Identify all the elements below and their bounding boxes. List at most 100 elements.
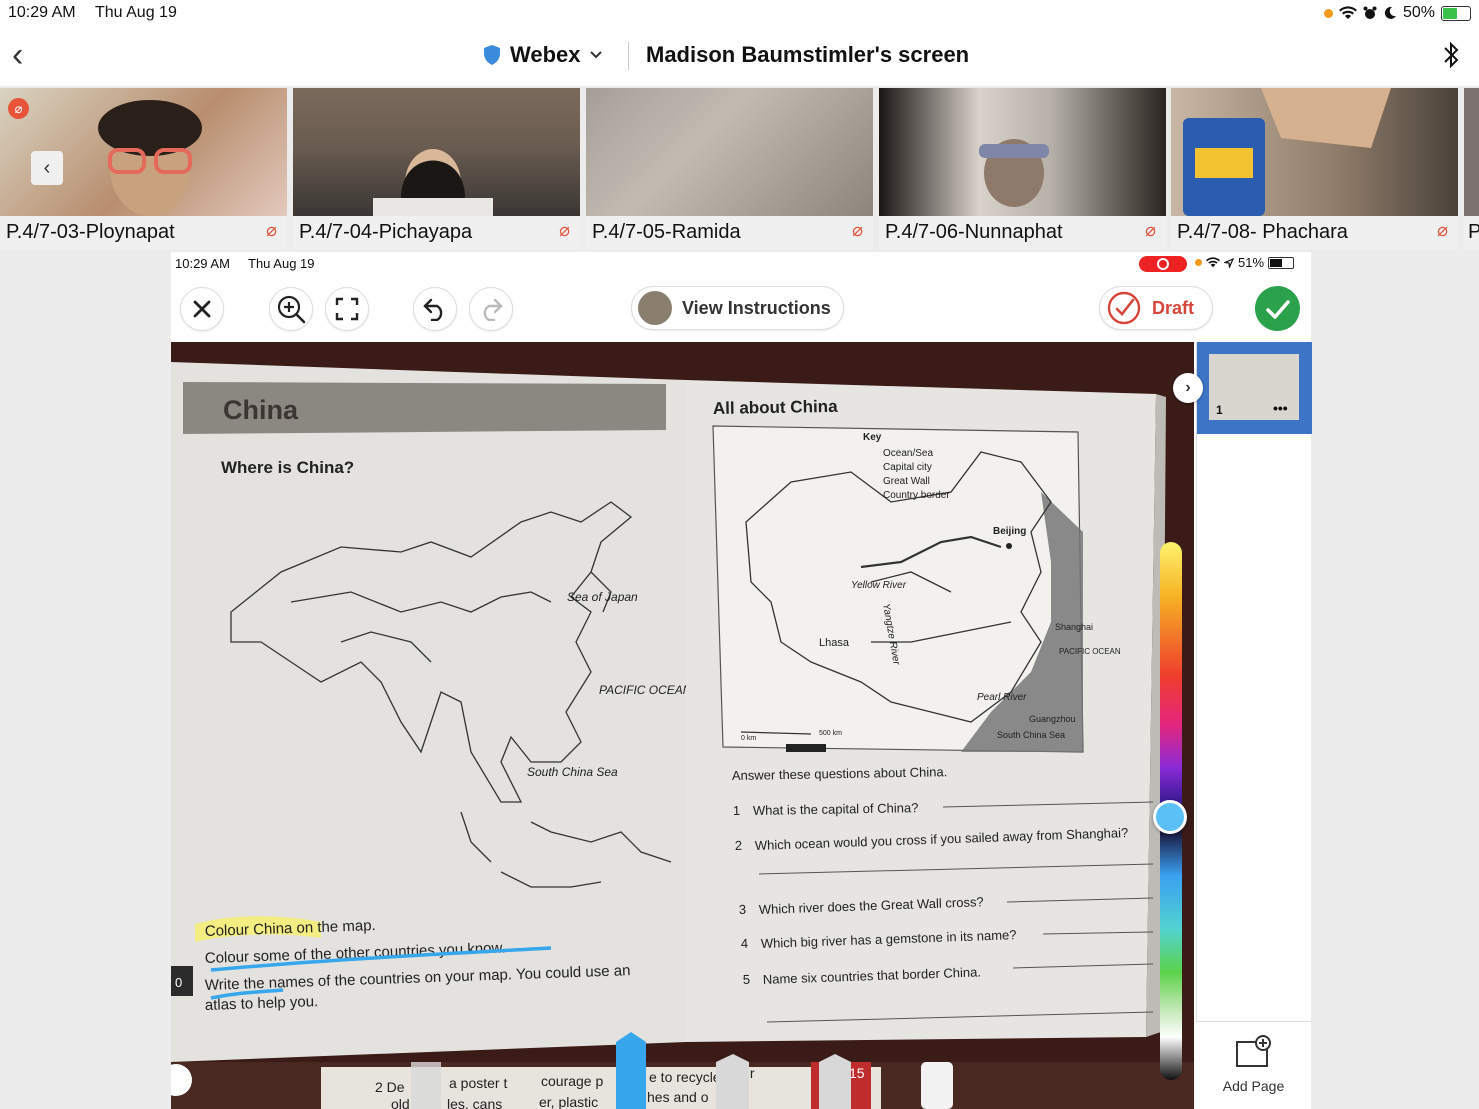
- participant-tile[interactable]: P.4/7-08- Phachara ⌀: [1171, 88, 1458, 249]
- previous-chevron-icon[interactable]: ‹: [31, 151, 63, 185]
- redo-button[interactable]: [469, 287, 513, 331]
- expand-icon: [335, 297, 359, 321]
- right-map-label: Lhasa: [819, 637, 850, 649]
- battery-icon: [1268, 256, 1295, 269]
- map-key-item: Ocean/Sea: [883, 448, 933, 459]
- color-slider-knob[interactable]: [1153, 800, 1187, 834]
- status-time: 10:29 AM: [8, 4, 76, 21]
- page-more-icon[interactable]: •••: [1273, 400, 1288, 416]
- close-button[interactable]: [180, 287, 224, 331]
- webex-header: ‹ Webex Madison Baumstimler's screen: [0, 28, 1479, 86]
- shared-battery-percent: 51%: [1238, 255, 1265, 270]
- participant-tile[interactable]: P: [1464, 88, 1479, 249]
- participant-strip: ⌀ ‹ P.4/7-03-Ploynapat ⌀ P.4/7-04-Pichay…: [0, 88, 1479, 249]
- undo-icon: [423, 298, 443, 321]
- question-number: 4: [741, 936, 749, 951]
- undo-button[interactable]: [413, 287, 457, 331]
- question-number: 3: [739, 902, 747, 917]
- bottom-text: a poster t: [449, 1075, 507, 1091]
- participant-name: P.4/7-04-Pichayapa: [293, 216, 580, 249]
- pen-tool-selected: [616, 1032, 646, 1109]
- right-map-label: Pearl River: [977, 692, 1027, 703]
- mic-in-use-dot: [1195, 259, 1202, 266]
- participant-tile[interactable]: P.4/7-05-Ramida ⌀: [586, 88, 873, 249]
- ios-status-bar: 10:29 AM Thu Aug 19 50%: [0, 0, 1479, 28]
- right-map-label: 500 km: [819, 730, 842, 737]
- right-map-label: PACIFIC OCEAN: [1059, 647, 1121, 656]
- left-title: China: [223, 395, 299, 425]
- participant-name: P: [1464, 216, 1479, 249]
- fullscreen-button[interactable]: [325, 287, 369, 331]
- bottom-text: 15: [849, 1065, 865, 1081]
- add-page-icon: [1236, 1035, 1271, 1067]
- checkmark-icon: [1265, 299, 1290, 319]
- bottom-text: old: [391, 1096, 410, 1109]
- moon-icon: [1384, 6, 1396, 19]
- shared-status-date: Thu Aug 19: [248, 256, 315, 271]
- eraser-tool: [921, 1062, 953, 1109]
- participant-tile[interactable]: P.4/7-04-Pichayapa ⌀: [293, 88, 580, 249]
- page-thumbnail[interactable]: 1 •••: [1197, 342, 1312, 434]
- right-map-label: South China Sea: [997, 730, 1065, 740]
- collapse-sidebar-chevron-icon[interactable]: ›: [1173, 373, 1203, 403]
- question-number: 2: [735, 838, 743, 853]
- bottom-text: 2 De: [375, 1079, 405, 1095]
- shared-status-right: 51%: [1195, 255, 1295, 270]
- zoom-button[interactable]: [269, 287, 313, 331]
- view-instructions-label: View Instructions: [682, 297, 831, 318]
- participant-video: [1464, 88, 1479, 216]
- close-icon: [193, 300, 211, 318]
- wifi-icon: [1338, 6, 1357, 20]
- page-number: 1: [1216, 403, 1223, 417]
- left-map-label: Sea of Japan: [567, 590, 638, 604]
- question-text: What is the capital of China?: [753, 800, 919, 818]
- participant-name: P.4/7-03-Ploynapat: [0, 216, 287, 249]
- bottom-text: les, cans: [447, 1096, 502, 1109]
- alarm-icon: [1363, 6, 1377, 19]
- bottom-text: hes and o: [647, 1089, 709, 1105]
- battery-percent: 50%: [1402, 4, 1435, 21]
- draft-label: Draft: [1152, 297, 1195, 318]
- workbook-photo: China Where is China? Sea of Japan PACIF…: [171, 342, 1194, 1109]
- left-map-label: South China Sea: [527, 765, 618, 779]
- participant-tile[interactable]: P.4/7-06-Nunnaphat ⌀: [879, 88, 1166, 249]
- bluetooth-icon[interactable]: [1443, 40, 1459, 70]
- right-map-label: 0 km: [741, 735, 756, 742]
- shield-icon: [484, 45, 500, 65]
- wifi-icon: [1206, 257, 1220, 268]
- right-map-label: Guangzhou: [1029, 714, 1076, 724]
- map-key-title: Key: [863, 432, 882, 443]
- webex-app-menu[interactable]: Webex: [482, 42, 603, 68]
- drawing-canvas[interactable]: China Where is China? Sea of Japan PACIF…: [171, 342, 1194, 1109]
- shared-status-time: 10:29 AM: [175, 256, 230, 271]
- battery-icon: [1441, 5, 1471, 21]
- left-heading: Where is China?: [221, 458, 354, 477]
- left-margin-marker: 0: [175, 975, 182, 990]
- bottom-text: er, plastic: [539, 1094, 598, 1109]
- teacher-avatar: [638, 291, 672, 325]
- shared-status-bar: 10:29 AM Thu Aug 19 51%: [171, 252, 1311, 276]
- map-key-item: Capital city: [883, 462, 932, 473]
- shared-screen: 10:29 AM Thu Aug 19 51% View Instruction…: [171, 252, 1312, 1109]
- participant-tile[interactable]: ⌀ ‹ P.4/7-03-Ploynapat ⌀: [0, 88, 287, 249]
- submit-button[interactable]: [1255, 286, 1300, 331]
- status-right: 50%: [1323, 4, 1471, 22]
- highlighter-tool: [819, 1054, 851, 1109]
- muted-mic-icon: ⌀: [852, 220, 863, 240]
- participant-video-placeholder: [1183, 88, 1391, 216]
- bottom-text: e to recycle: [649, 1069, 721, 1085]
- muted-mic-icon: ⌀: [1145, 220, 1156, 240]
- participant-video-placeholder: [373, 149, 493, 218]
- add-page-button[interactable]: Add Page: [1196, 1021, 1311, 1109]
- left-map-label: PACIFIC OCEAN: [599, 683, 692, 697]
- draft-button[interactable]: Draft: [1099, 286, 1214, 330]
- question-number: 5: [743, 972, 751, 987]
- view-instructions-button[interactable]: View Instructions: [631, 286, 844, 330]
- right-title: All about China: [713, 397, 839, 418]
- map-key-item: Great Wall: [883, 476, 930, 487]
- muted-mic-icon: ⌀: [559, 220, 570, 240]
- right-map-label: Shanghai: [1055, 622, 1093, 632]
- back-chevron-icon[interactable]: ‹: [12, 36, 23, 75]
- question-number: 1: [733, 803, 740, 818]
- participant-name: P.4/7-06-Nunnaphat: [879, 216, 1166, 249]
